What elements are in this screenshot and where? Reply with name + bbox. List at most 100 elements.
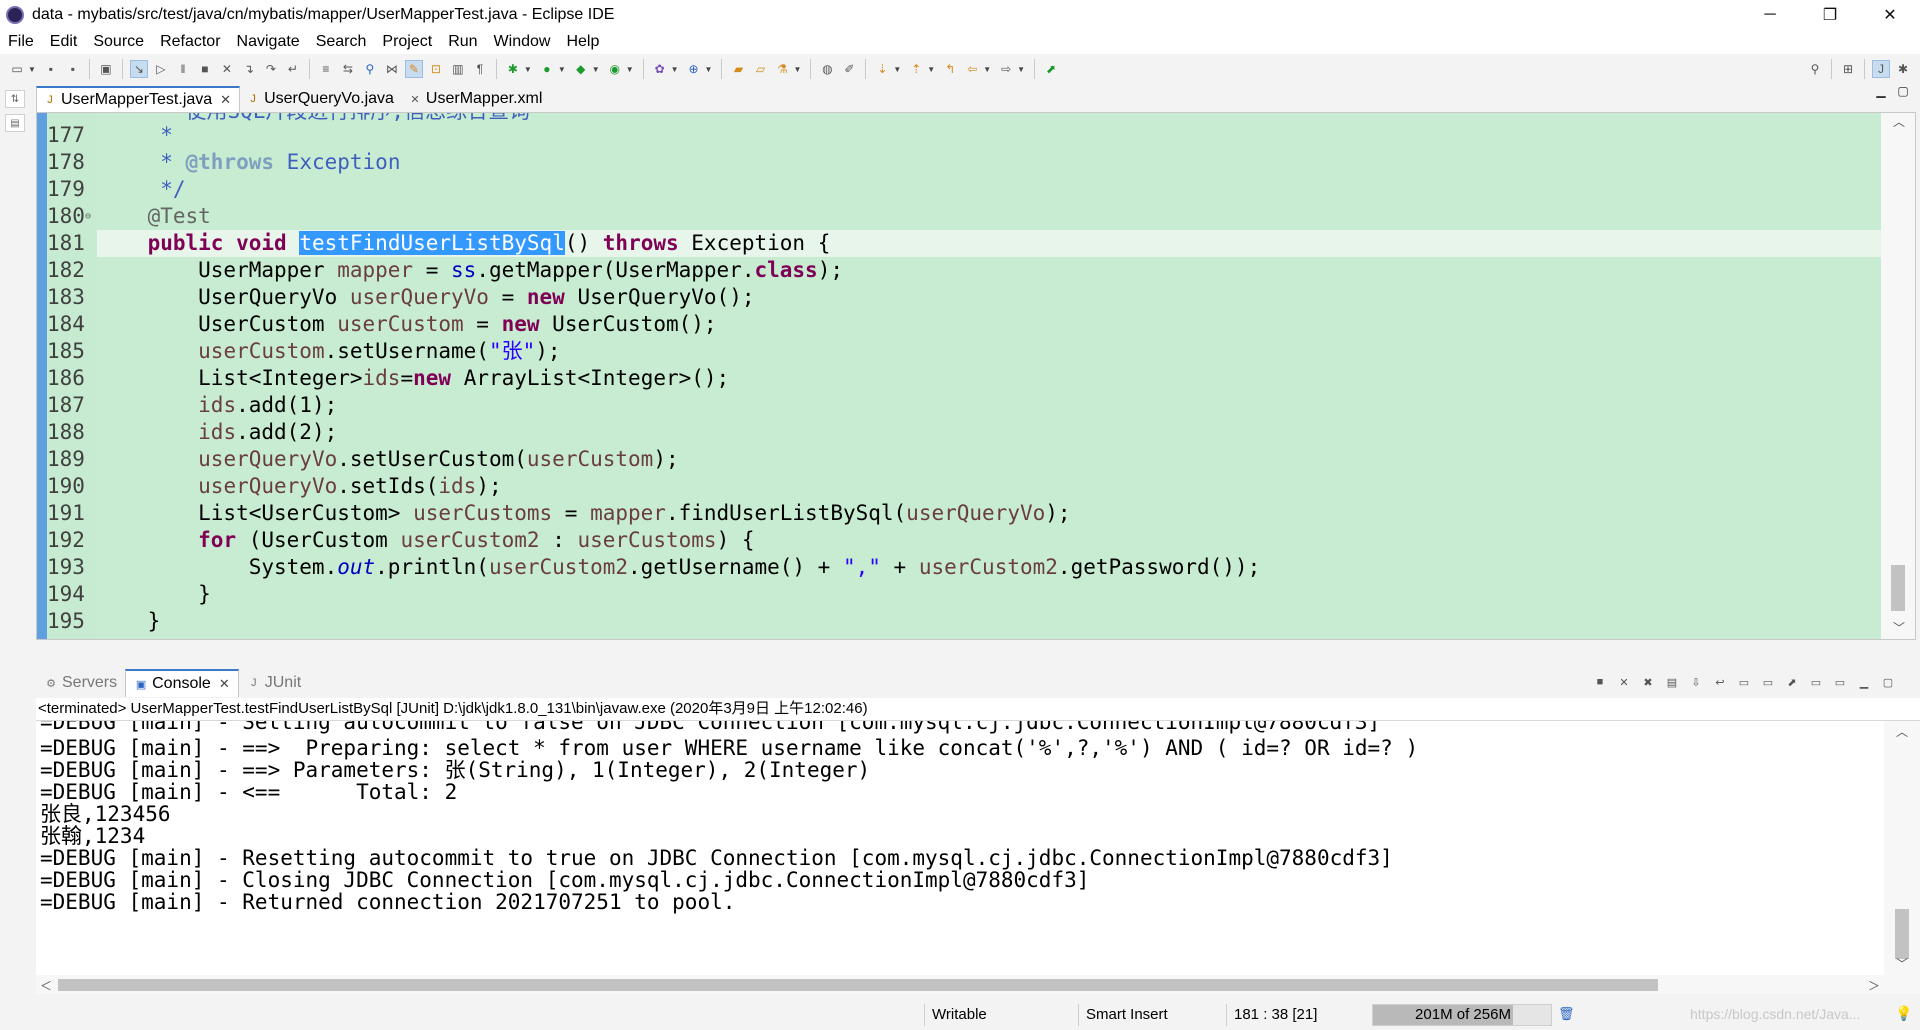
run-dropdown-icon[interactable]: ▼ — [558, 65, 566, 74]
restore-view-icon[interactable]: ⇅ — [5, 90, 25, 108]
new-dropdown-icon[interactable]: ▼ — [28, 65, 36, 74]
scroll-up-icon[interactable]: ︿ — [1881, 113, 1915, 130]
step-over-icon[interactable]: ↷ — [262, 60, 280, 78]
external-tools-dropdown-icon[interactable]: ▼ — [626, 65, 634, 74]
editor-vertical-scrollbar[interactable]: ︿ ﹀ — [1881, 113, 1915, 639]
remove-all-terminated-icon[interactable]: ✖ — [1639, 673, 1657, 691]
close-tab-icon[interactable]: ✕ — [219, 676, 230, 692]
fold-collapse-icon[interactable]: ⊖ — [85, 203, 91, 230]
save-icon[interactable]: ▪ — [42, 60, 60, 78]
scroll-right-icon[interactable]: ＞ — [1868, 977, 1880, 994]
menu-file[interactable]: File — [0, 30, 42, 54]
new-icon[interactable]: ▭ — [8, 60, 26, 78]
console-output[interactable]: =DEBUG [main] - Setting autocommit to fa… — [36, 720, 1920, 994]
show-console-stderr-icon[interactable]: ▭ — [1759, 673, 1777, 691]
tab-console[interactable]: ▣ Console ✕ — [125, 669, 239, 697]
next-annotation-icon[interactable]: ⇣ — [873, 60, 891, 78]
debug-icon[interactable]: ✱ — [504, 60, 522, 78]
annotation-icon[interactable]: ✐ — [840, 60, 858, 78]
menu-refactor[interactable]: Refactor — [152, 30, 228, 54]
code-area[interactable]: * 使用SQL片段进行排序,信息综合查询 177 * 178 * @throws… — [47, 113, 1915, 639]
scroll-thumb[interactable] — [58, 979, 1658, 991]
java-perspective-icon[interactable]: J — [1872, 60, 1890, 78]
highlight-icon[interactable]: ✎ — [404, 60, 423, 78]
back-icon[interactable]: ⇦ — [963, 60, 981, 78]
scroll-thumb[interactable] — [1895, 909, 1909, 959]
menu-help[interactable]: Help — [558, 30, 607, 54]
maximize-panel-icon[interactable]: ▢ — [1879, 673, 1897, 691]
tab-junit[interactable]: J JUnit — [239, 669, 309, 697]
tab-usermappertest[interactable]: J UserMapperTest.java ✕ — [36, 86, 241, 112]
open-type-folder-icon[interactable]: ▰ — [729, 60, 747, 78]
maximize-editor-icon[interactable]: ▢ — [1892, 84, 1914, 98]
close-window-button[interactable]: ✕ — [1860, 0, 1920, 30]
scroll-left-icon[interactable]: ＜ — [40, 977, 52, 994]
new-class-dropdown-icon[interactable]: ▼ — [705, 65, 713, 74]
clear-console-icon[interactable]: ▤ — [1663, 673, 1681, 691]
package-explorer-icon[interactable]: ▤ — [5, 114, 25, 132]
next-annotation-dropdown-icon[interactable]: ▼ — [893, 65, 901, 74]
menu-navigate[interactable]: Navigate — [229, 30, 308, 54]
skip-breakpoints-icon[interactable]: ↘ — [129, 60, 148, 78]
paragraph-icon[interactable]: ¶ — [471, 60, 489, 78]
resume-icon[interactable]: ▷ — [152, 60, 170, 78]
new-java-dropdown-icon[interactable]: ▼ — [671, 65, 679, 74]
open-perspective-icon[interactable]: ⊞ — [1839, 60, 1857, 78]
console-horizontal-scrollbar[interactable]: ＜ ＞ — [36, 975, 1920, 994]
open-resource-icon[interactable]: ▱ — [751, 60, 769, 78]
suspend-icon[interactable]: ‖ — [174, 60, 192, 78]
pin-editor-icon[interactable]: ⬈ — [1042, 60, 1060, 78]
whitespace-icon[interactable]: ▥ — [449, 60, 467, 78]
coverage-dropdown-icon[interactable]: ▼ — [592, 65, 600, 74]
heap-status[interactable]: 201M of 256M — [1372, 1004, 1552, 1026]
step-return-icon[interactable]: ↵ — [284, 60, 302, 78]
menu-edit[interactable]: Edit — [42, 30, 86, 54]
display-console-icon[interactable]: ▭ — [1807, 673, 1825, 691]
minimize-editor-icon[interactable]: ▁ — [1870, 84, 1892, 98]
prev-annotation-dropdown-icon[interactable]: ▼ — [927, 65, 935, 74]
menu-window[interactable]: Window — [486, 30, 559, 54]
terminal-icon[interactable]: ▣ — [97, 60, 115, 78]
save-all-icon[interactable]: ▪ — [64, 60, 82, 78]
search-dropdown-icon[interactable]: ▼ — [793, 65, 801, 74]
restore-button[interactable]: ❐ — [1800, 0, 1860, 30]
back-dropdown-icon[interactable]: ▼ — [983, 65, 991, 74]
scroll-down-icon[interactable]: ﹀ — [1881, 619, 1915, 636]
tab-userqueryvo[interactable]: J UserQueryVo.java — [240, 86, 402, 112]
disconnect-icon[interactable]: ✕ — [218, 60, 236, 78]
tip-bulb-icon[interactable]: 💡 — [1895, 1005, 1912, 1022]
remove-launch-icon[interactable]: ✕ — [1615, 673, 1633, 691]
debug-dropdown-icon[interactable]: ▼ — [524, 65, 532, 74]
pin-console-icon[interactable]: ⬈ — [1783, 673, 1801, 691]
show-console-stdout-icon[interactable]: ▭ — [1735, 673, 1753, 691]
menu-run[interactable]: Run — [440, 30, 485, 54]
toggle-block-icon[interactable]: ≡ — [317, 60, 335, 78]
scroll-lock-icon[interactable]: ⇩ — [1687, 673, 1705, 691]
minimize-panel-icon[interactable]: ▁ — [1855, 673, 1873, 691]
minimize-button[interactable]: ─ — [1740, 0, 1800, 30]
menu-search[interactable]: Search — [308, 30, 375, 54]
open-console-icon[interactable]: ▭ — [1831, 673, 1849, 691]
bookmark-icon[interactable]: ⊡ — [427, 60, 445, 78]
globe-icon[interactable]: ◍ — [818, 60, 836, 78]
open-type-icon[interactable]: ⚲ — [361, 60, 379, 78]
tab-servers[interactable]: ⚙ Servers — [36, 669, 125, 697]
word-wrap-icon[interactable]: ↩ — [1711, 673, 1729, 691]
search-tool-icon[interactable]: ⚗ — [773, 60, 791, 78]
terminate-icon[interactable]: ■ — [196, 60, 214, 78]
menu-source[interactable]: Source — [85, 30, 152, 54]
new-java-project-icon[interactable]: ✿ — [651, 60, 669, 78]
garbage-collect-icon[interactable]: 🗑 — [1558, 1006, 1575, 1022]
debug-perspective-icon[interactable]: ✱ — [1894, 60, 1912, 78]
tab-usermapper-xml[interactable]: ✕ UserMapper.xml — [402, 86, 550, 112]
search-icon[interactable]: ⚲ — [1806, 60, 1824, 78]
scroll-down-icon[interactable]: ﹀ — [1884, 955, 1920, 972]
close-tab-icon[interactable]: ✕ — [220, 92, 231, 108]
mark-occurrences-icon[interactable]: ⇆ — [339, 60, 357, 78]
run-icon[interactable]: ● — [538, 60, 556, 78]
forward-dropdown-icon[interactable]: ▼ — [1017, 65, 1025, 74]
terminate-icon[interactable]: ■ — [1591, 673, 1609, 691]
scroll-thumb[interactable] — [1891, 565, 1905, 611]
link-icon[interactable]: ⋈ — [383, 60, 401, 78]
external-tools-icon[interactable]: ◉ — [606, 60, 624, 78]
